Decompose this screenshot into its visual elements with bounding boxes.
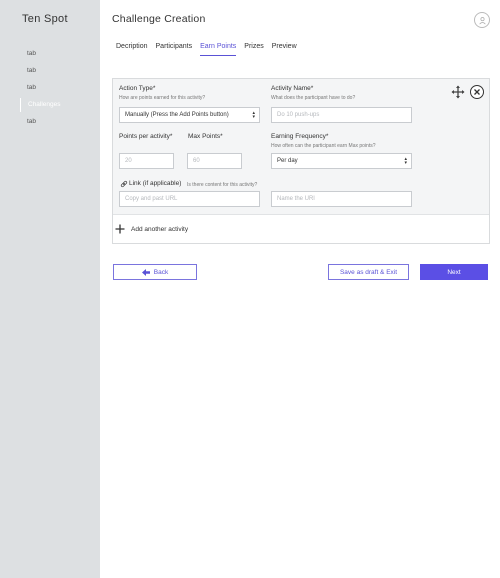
action-type-label: Action Type* — [119, 85, 156, 92]
activity-name-hint: What does the participant have to do? — [271, 95, 356, 101]
points-per-activity-label: Points per activity* — [119, 133, 173, 140]
tab-prizes[interactable]: Prizes — [244, 43, 263, 56]
tab-bar: Decription Participants Earn Points Priz… — [116, 43, 297, 56]
earning-frequency-label: Earning Frequency* — [271, 133, 329, 140]
select-caret-icon: ▴ ▾ — [252, 110, 255, 120]
sidebar-item-tab-5[interactable]: tab — [20, 115, 100, 129]
activity-name-input[interactable]: Do 10 push-ups — [271, 107, 412, 123]
max-points-label: Max Points* — [188, 133, 223, 140]
save-draft-button[interactable]: Save as draft & Exit — [328, 264, 409, 280]
link-icon — [120, 180, 128, 188]
sidebar-item-tab-2[interactable]: tab — [20, 64, 100, 78]
tab-participants[interactable]: Participants — [156, 43, 193, 56]
link-name-input[interactable]: Name the URl — [271, 191, 412, 207]
add-activity-label: Add another activity — [131, 225, 189, 233]
plus-icon — [115, 224, 125, 234]
sidebar-item-tab-3[interactable]: tab — [20, 81, 100, 95]
back-button[interactable]: Back — [113, 264, 197, 280]
action-type-value: Manually (Press the Add Points button) — [125, 112, 229, 118]
add-activity-button[interactable]: Add another activity — [115, 224, 188, 234]
brand-logo: Ten Spot — [22, 13, 68, 25]
page-title: Challenge Creation — [112, 13, 206, 25]
save-draft-label: Save as draft & Exit — [339, 268, 398, 276]
back-label: Back — [153, 268, 169, 276]
tab-earn-points[interactable]: Earn Points — [200, 43, 237, 56]
link-label: Link (if applicable) — [129, 180, 182, 187]
sidebar-item-challenges[interactable]: Challenges — [20, 98, 100, 112]
action-type-select[interactable]: Manually (Press the Add Points button) ▴… — [119, 107, 260, 123]
tab-preview[interactable]: Preview — [272, 43, 297, 56]
sidebar: Ten Spot tab tab tab Challenges tab — [0, 0, 100, 578]
earning-frequency-value: Per day — [277, 158, 298, 164]
earning-frequency-select[interactable]: Per day ▴ ▾ — [271, 153, 412, 169]
max-points-input[interactable]: 60 — [187, 153, 242, 169]
arrow-left-icon — [141, 268, 150, 276]
link-url-input[interactable]: Copy and past URL — [119, 191, 260, 207]
earning-frequency-hint: How often can the participant earn Max p… — [271, 143, 376, 149]
activity-card: Action Type* How are points earned for t… — [112, 78, 490, 244]
action-type-hint: How are points earned for this activity? — [119, 95, 206, 101]
tab-description[interactable]: Decription — [116, 43, 148, 56]
main-content: Challenge Creation Decription Participan… — [100, 0, 500, 578]
points-per-activity-input[interactable]: 20 — [119, 153, 174, 169]
select-caret-icon: ▴ ▾ — [404, 156, 407, 166]
sidebar-item-tab-1[interactable]: tab — [20, 47, 100, 61]
activity-name-label: Activity Name* — [271, 85, 314, 92]
user-icon — [478, 16, 486, 24]
next-label: Next — [447, 268, 461, 276]
next-button[interactable]: Next — [420, 264, 488, 280]
move-icon[interactable] — [451, 85, 465, 99]
link-hint: Is there content for this activity? — [187, 182, 258, 188]
avatar[interactable] — [474, 12, 490, 28]
close-icon[interactable] — [470, 85, 484, 99]
activity-form: Action Type* How are points earned for t… — [113, 79, 489, 215]
